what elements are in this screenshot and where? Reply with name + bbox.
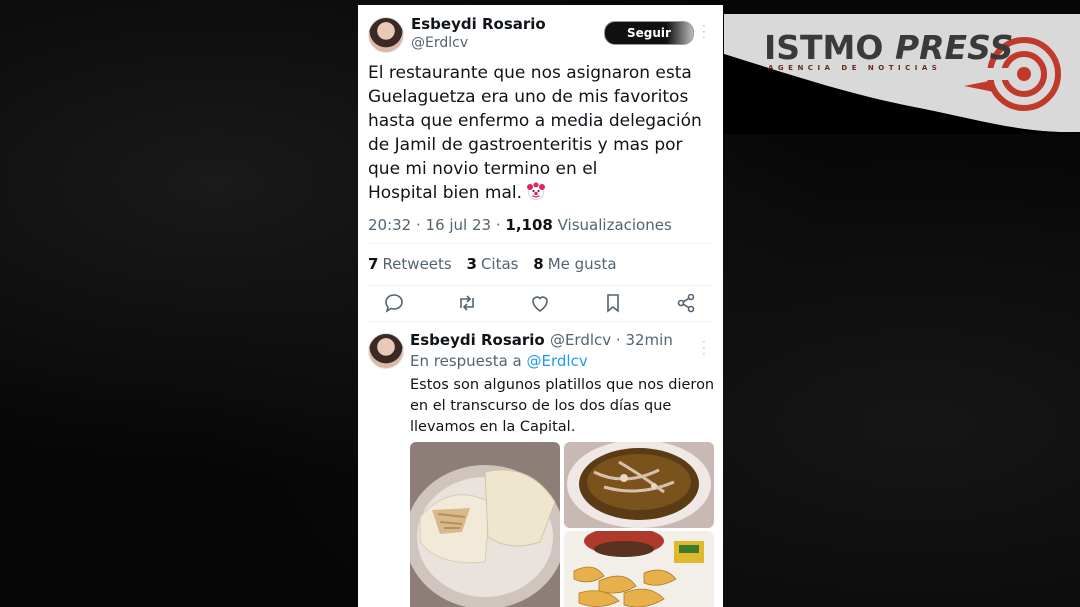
- reply-author-handle[interactable]: @Erdlcv: [550, 331, 611, 349]
- in-reply-to: En respuesta a @Erdlcv: [410, 352, 588, 370]
- retweets-stat[interactable]: 7 Retweets: [368, 255, 452, 273]
- reply-line: Estos son algunos platillos que nos dier…: [410, 377, 715, 393]
- tweet-line: de Jamil de gastroenteritis y mas por: [368, 135, 683, 155]
- author-handle[interactable]: @Erdlcv: [411, 35, 468, 51]
- likes-stat[interactable]: 8 Me gusta: [533, 255, 616, 273]
- logo-title: ISTMO PRESS: [764, 28, 1014, 67]
- reply-more-options-icon[interactable]: · · ·: [702, 336, 706, 360]
- fries-photo[interactable]: [564, 531, 714, 607]
- views-label[interactable]: Visualizaciones: [558, 216, 672, 234]
- tweet-line: Guelaguetza era uno de mis favoritos: [368, 87, 689, 107]
- tweet-line: hasta que enfermo a media delegación: [368, 111, 702, 131]
- divider: [368, 243, 713, 244]
- tweet-line: que mi novio termino en el: [368, 159, 598, 179]
- tweet-card: Esbeydi Rosario @Erdlcv Seguir · · · El re…: [358, 5, 723, 607]
- reply-time[interactable]: 32min: [625, 331, 672, 349]
- reply-text: Estos son algunos platillos que nos dier…: [410, 375, 715, 438]
- reply-line: en el transcurso de los dos días que: [410, 398, 672, 414]
- reply-avatar[interactable]: [368, 333, 404, 369]
- tweet-stats: 7 Retweets 3 Citas 8 Me gusta: [368, 255, 617, 273]
- reply-icon[interactable]: [382, 291, 406, 315]
- divider: [368, 285, 713, 286]
- logo-subtitle: AGENCIA DE NOTICIAS: [768, 64, 942, 72]
- divider: [368, 321, 713, 322]
- tweet-text: El restaurante que nos asignaron esta Gu…: [368, 61, 713, 205]
- in-reply-prefix: En respuesta a: [410, 352, 527, 370]
- soup-photo[interactable]: [564, 442, 714, 528]
- follow-button[interactable]: Seguir: [604, 21, 694, 45]
- reply-separator: ·: [611, 331, 626, 349]
- tweet-line: Hospital bien mal.: [368, 183, 523, 203]
- tweet-actions: [358, 291, 723, 317]
- share-icon[interactable]: [674, 291, 698, 315]
- reply-author-name[interactable]: Esbeydi Rosario: [410, 331, 545, 349]
- views-count: 1,108: [505, 216, 553, 234]
- in-reply-handle-link[interactable]: @Erdlcv: [527, 352, 588, 370]
- clown-face-icon: [527, 182, 546, 200]
- reply-header: Esbeydi Rosario @Erdlcv · 32min: [410, 331, 673, 349]
- quotes-stat[interactable]: 3 Citas: [467, 255, 519, 273]
- bookmark-icon[interactable]: [601, 291, 625, 315]
- avatar[interactable]: [368, 17, 404, 53]
- istmo-press-logo: ISTMO PRESS AGENCIA DE NOTICIAS: [724, 14, 1080, 134]
- tacos-photo[interactable]: [410, 442, 560, 607]
- like-icon[interactable]: [528, 291, 552, 315]
- more-options-icon[interactable]: · · ·: [702, 20, 706, 44]
- author-name[interactable]: Esbeydi Rosario: [411, 15, 546, 33]
- tweet-meta: 20:32 · 16 jul 23 · 1,108 Visualizacione…: [368, 216, 672, 234]
- tweet-line: El restaurante que nos asignaron esta: [368, 63, 692, 83]
- tweet-line-last: Hospital bien mal.: [368, 181, 713, 205]
- reply-line: llevamos en la Capital.: [410, 419, 576, 435]
- time-date: 20:32 · 16 jul 23 ·: [368, 216, 506, 234]
- retweet-icon[interactable]: [455, 291, 479, 315]
